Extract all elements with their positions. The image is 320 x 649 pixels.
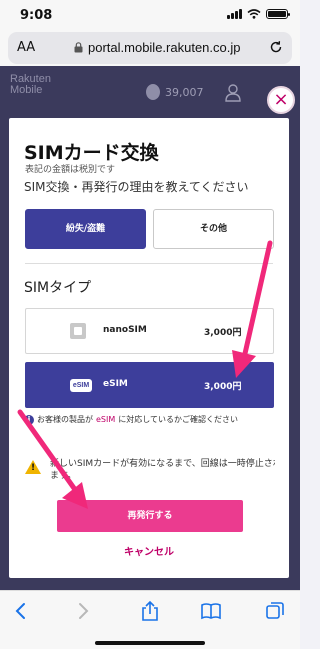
account-icon [225,84,241,102]
sim-option-name: nanoSIM [103,325,147,335]
tabs-icon[interactable] [264,600,286,622]
sim-option-name: eSIM [103,379,128,389]
battery-icon [266,9,290,19]
reason-lost-stolen-button[interactable]: 紛失/盗難 [25,209,146,249]
points-medal-icon [146,84,160,100]
suspension-warning: ! 新しいSIMカードが有効になるまで、回線は一時停止され ます。 [25,458,275,488]
wifi-icon [247,9,261,19]
home-indicator [95,641,205,645]
esim-icon: eSIM [70,379,92,392]
sim-exchange-modal: SIMカード交換 表記の金額は税別です SIM交換・再発行の理由を教えてください… [9,118,289,578]
info-icon: i [24,414,34,425]
browser-address-area: AA portal.mobile.rakuten.co.jp [0,28,300,66]
rakuten-mobile-logo: Rakuten Mobile [10,73,51,96]
lock-icon [74,42,83,53]
text-size-button[interactable]: AA [17,40,35,55]
reason-other-button[interactable]: その他 [153,209,274,249]
status-icons [227,9,290,19]
esim-compat-note: i お客様の製品が eSIM に対応しているかご確認ください [24,414,238,425]
reissue-button[interactable]: 再発行する [57,500,243,532]
url-text[interactable]: portal.mobile.rakuten.co.jp [88,40,240,55]
sim-option-nanosim[interactable]: nanoSIM 3,000円 [25,308,274,354]
bookmarks-icon[interactable] [200,600,222,622]
status-bar: 9:08 [0,0,300,28]
points-balance: 39,007 [146,84,204,100]
share-icon[interactable] [139,600,161,622]
sim-option-esim[interactable]: eSIM eSIM 3,000円 [25,362,274,408]
sim-type-heading: SIMタイプ [24,280,92,296]
reason-question: SIM交換・再発行の理由を教えてください [24,180,249,194]
modal-title: SIMカード交換 [24,142,159,164]
forward-icon[interactable] [72,600,94,622]
sim-card-icon [70,323,86,339]
back-icon[interactable] [10,600,32,622]
reload-icon[interactable] [269,40,283,54]
sim-option-price: 3,000円 [204,328,242,338]
tax-note: 表記の金額は税別です [25,165,116,175]
address-bar[interactable]: AA portal.mobile.rakuten.co.jp [8,32,292,64]
sim-option-price: 3,000円 [204,382,242,392]
status-time: 9:08 [20,8,53,23]
cellular-signal-icon [227,9,242,19]
points-value: 39,007 [165,85,204,99]
esim-compat-link[interactable]: eSIM [96,415,115,424]
warning-text: 新しいSIMカードが有効になるまで、回線は一時停止され ます。 [50,459,275,481]
divider [25,263,273,264]
close-modal-button[interactable]: × [267,86,295,114]
cancel-link[interactable]: キャンセル [9,543,289,558]
